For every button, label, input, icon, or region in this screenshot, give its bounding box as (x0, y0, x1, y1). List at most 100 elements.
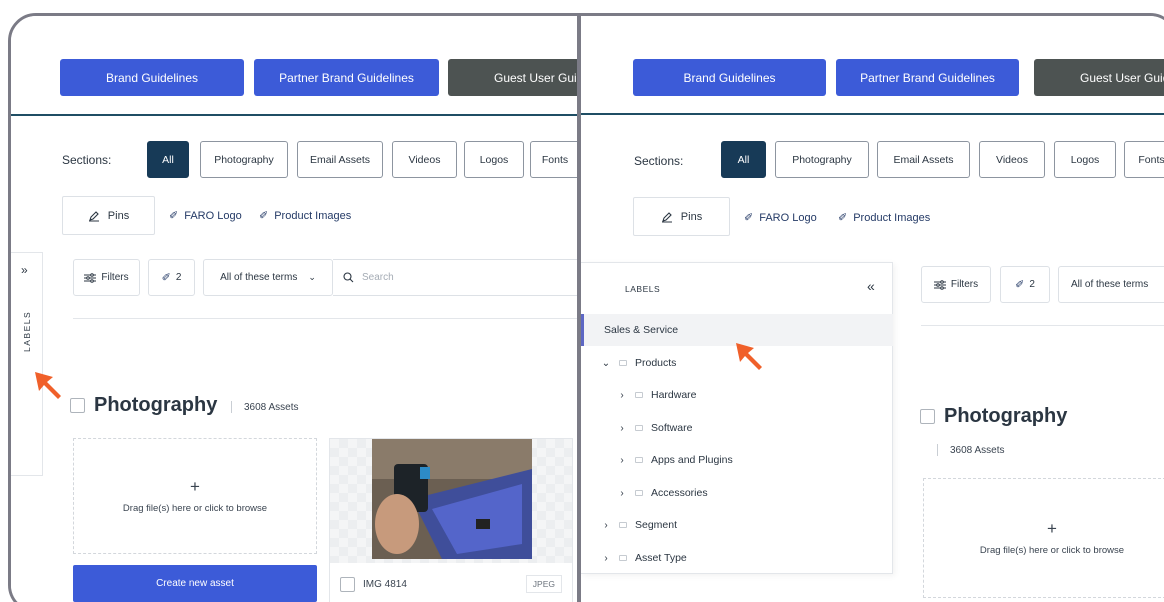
chevron-right-icon[interactable]: › (617, 455, 627, 466)
terms-select-value: All of these terms (220, 272, 298, 283)
labels-tree-item[interactable]: › Hardware (581, 379, 893, 411)
section-title: Photography (70, 394, 217, 417)
pointer-arrow-icon (736, 343, 762, 370)
asset-count-label: 3608 Assets (950, 444, 1005, 456)
labels-tree-item-label: Hardware (651, 389, 697, 401)
terms-select[interactable]: All of these terms ⌄ (203, 259, 333, 296)
folder-icon (635, 392, 643, 398)
tab-email-assets[interactable]: Email Assets (297, 141, 383, 178)
chevron-right-icon[interactable]: › (617, 390, 627, 401)
tab-all[interactable]: All (721, 141, 766, 178)
upload-dropzone[interactable]: + Drag file(s) here or click to browse (73, 438, 317, 554)
labels-panel-title: LABELS (625, 284, 661, 294)
filters-button[interactable]: Filters (921, 266, 991, 303)
count-divider (937, 444, 938, 456)
pinned-filter-button[interactable]: ✐ 2 (1000, 266, 1050, 303)
labels-collapsed-tab[interactable]: » LABELS (11, 252, 43, 476)
pin-icon: ✐ (1015, 279, 1025, 291)
labels-tree-item[interactable]: › Accessories (581, 477, 893, 509)
pin-icon: ✐ (161, 272, 171, 284)
collapse-chevron-icon[interactable]: « (867, 278, 875, 294)
pins-button[interactable]: Pins (633, 197, 730, 236)
folder-icon (619, 360, 627, 366)
pins-button[interactable]: Pins (62, 196, 155, 235)
pins-label: Pins (680, 210, 703, 223)
tab-videos[interactable]: Videos (979, 141, 1045, 178)
guest-user-guide-button[interactable]: Guest User Guide (1034, 59, 1164, 96)
search-icon (343, 272, 354, 283)
filters-label: Filters (950, 279, 979, 290)
asset-card[interactable]: IMG 4814 JPEG (329, 438, 573, 602)
labels-tree-item[interactable]: › Asset Type (581, 542, 893, 574)
asset-thumbnail[interactable] (372, 439, 532, 559)
guest-user-guide-button[interactable]: Guest User Guide (448, 59, 577, 96)
pinned-count: 2 (175, 272, 182, 283)
search-placeholder: Search (362, 272, 394, 283)
dropzone-text: Drag file(s) here or click to browse (122, 503, 268, 514)
pin-icon: ✐ (838, 212, 848, 224)
brand-guidelines-button[interactable]: Brand Guidelines (60, 59, 244, 96)
filters-button[interactable]: Filters (73, 259, 140, 296)
labels-sidebar: LABELS « Sales & Service ⌄ Products › Hardwa… (581, 262, 893, 574)
tab-all[interactable]: All (147, 141, 189, 178)
labels-tree-item-label: Products (635, 357, 677, 369)
labels-tree-item-label: Asset Type (635, 552, 687, 564)
asset-checkbox[interactable] (340, 576, 355, 592)
pin-link-product-images[interactable]: ✐ Product Images (838, 211, 930, 225)
chevron-down-icon[interactable]: ⌄ (601, 358, 611, 369)
labels-tree-item-label: Segment (635, 519, 678, 531)
pin-link-product-images[interactable]: ✐ Product Images (259, 209, 351, 223)
sections-label: Sections: (62, 153, 112, 167)
terms-select[interactable]: All of these terms (1058, 266, 1164, 303)
upload-dropzone[interactable]: + Drag file(s) here or click to browse (923, 478, 1164, 598)
tab-videos[interactable]: Videos (392, 141, 457, 178)
chevron-down-icon: ⌄ (308, 272, 316, 282)
tab-logos[interactable]: Logos (464, 141, 524, 178)
labels-tree-item[interactable]: › Segment (581, 509, 893, 541)
count-divider (231, 401, 232, 413)
section-title: Photography (920, 405, 1067, 428)
right-panel: Brand Guidelines Partner Brand Guideline… (581, 16, 1164, 602)
labels-tree-item[interactable]: › Software (581, 412, 893, 444)
tab-fonts[interactable]: Fonts (1124, 141, 1164, 178)
pin-link-faro-logo[interactable]: ✐ FARO Logo (744, 211, 817, 225)
select-all-checkbox[interactable] (70, 398, 85, 413)
search-input[interactable]: Search (333, 259, 577, 296)
page-title: Photography (94, 394, 218, 416)
brand-guidelines-button[interactable]: Brand Guidelines (633, 59, 826, 96)
labels-tree-item-label: Sales & Service (604, 324, 679, 336)
expand-chevron-icon[interactable]: » (21, 263, 28, 277)
screenshot-frame: Brand Guidelines Partner Brand Guideline… (8, 13, 1164, 602)
chevron-right-icon[interactable]: › (617, 423, 627, 434)
folder-icon (619, 555, 627, 561)
folder-icon (619, 522, 627, 528)
select-all-checkbox[interactable] (920, 409, 935, 424)
pin-link-label: FARO Logo (759, 211, 817, 224)
tab-fonts[interactable]: Fonts (530, 141, 577, 178)
folder-icon (635, 425, 643, 431)
top-nav: Brand Guidelines Partner Brand Guideline… (11, 16, 577, 116)
tab-photography[interactable]: Photography (200, 141, 288, 178)
partner-brand-guidelines-button[interactable]: Partner Brand Guidelines (254, 59, 439, 96)
pin-link-faro-logo[interactable]: ✐ FARO Logo (169, 209, 242, 223)
labels-tree-item-label: Apps and Plugins (651, 454, 733, 466)
create-asset-button[interactable]: Create new asset (73, 565, 317, 602)
tab-photography[interactable]: Photography (775, 141, 869, 178)
pencil-icon (88, 210, 99, 222)
chevron-right-icon[interactable]: › (601, 520, 611, 531)
folder-icon (635, 490, 643, 496)
labels-tree-item[interactable]: › Apps and Plugins (581, 444, 893, 476)
chevron-right-icon[interactable]: › (601, 553, 611, 564)
top-nav: Brand Guidelines Partner Brand Guideline… (581, 16, 1164, 115)
divider-line (73, 318, 577, 319)
partner-brand-guidelines-button[interactable]: Partner Brand Guidelines (836, 59, 1019, 96)
plus-icon: + (190, 477, 200, 496)
pinned-filter-button[interactable]: ✐ 2 (148, 259, 195, 296)
terms-select-value: All of these terms (1071, 279, 1149, 290)
tab-email-assets[interactable]: Email Assets (877, 141, 970, 178)
chevron-right-icon[interactable]: › (617, 488, 627, 499)
panel-divider (577, 16, 581, 602)
tab-logos[interactable]: Logos (1054, 141, 1116, 178)
pointer-arrow-icon (35, 372, 61, 399)
filters-label: Filters (101, 272, 129, 283)
